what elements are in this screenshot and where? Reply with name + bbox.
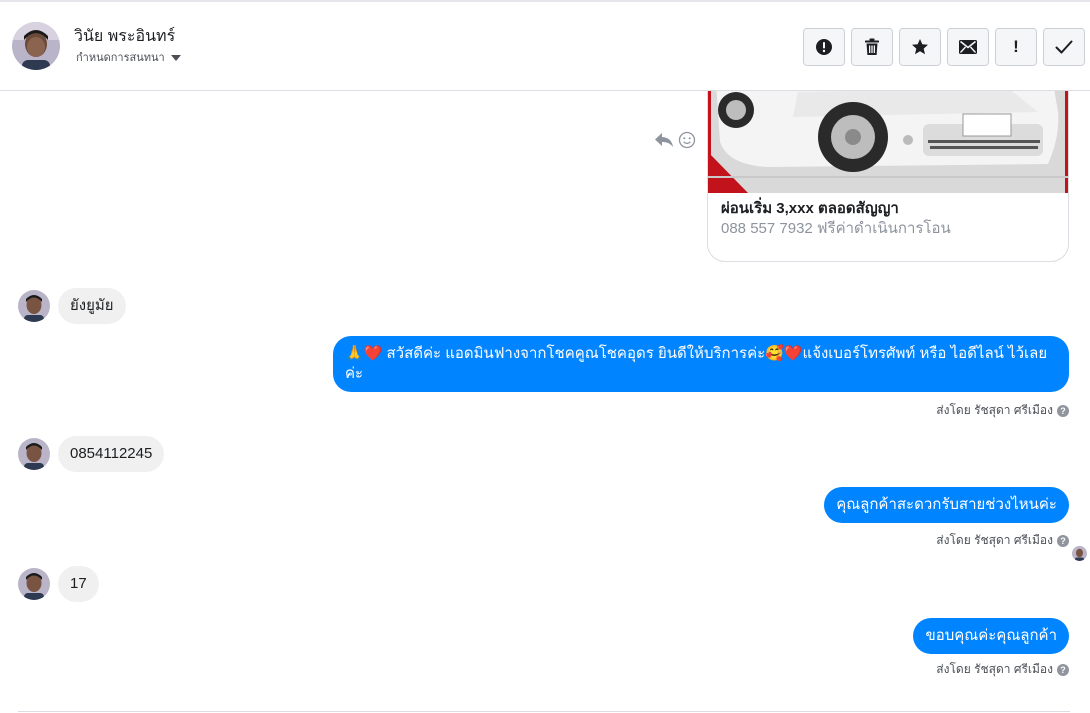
- card-subtitle: 088 557 7932 ฟรีค่าดำเนินการโอน: [721, 220, 951, 237]
- incoming-message-bubble[interactable]: 17: [58, 566, 99, 602]
- mark-unread-button[interactable]: [947, 28, 989, 66]
- seen-avatar: [1072, 546, 1087, 561]
- message-text-line1: 🙏❤️ สวัสดีค่ะ แอดมินฟางจากโชคคูณโชคอุดร …: [345, 345, 1048, 362]
- incoming-message-row: 17: [18, 566, 99, 602]
- outgoing-message-bubble[interactable]: คุณลูกค้าสะดวกรับสายช่วงไหนค่ะ: [824, 487, 1069, 523]
- contact-name: วินัย พระอินทร์: [74, 28, 176, 45]
- sent-by-text: ส่งโดย รัชสุดา ศรีเมือง: [936, 403, 1053, 417]
- reply-icon[interactable]: [654, 132, 674, 148]
- composer-divider: [18, 711, 1070, 712]
- delete-button[interactable]: [851, 28, 893, 66]
- outgoing-message-bubble[interactable]: 🙏❤️ สวัสดีค่ะ แอดมินฟางจากโชคคูณโชคอุดร …: [333, 336, 1069, 392]
- help-icon[interactable]: ?: [1057, 404, 1069, 417]
- conversation-actions: !: [803, 28, 1085, 66]
- caret-down-icon: [170, 54, 181, 61]
- outgoing-message-bubble[interactable]: ขอบคุณค่ะคุณลูกค้า: [913, 618, 1069, 654]
- exclamation-icon: !: [1013, 37, 1019, 56]
- emoji-reaction-icon[interactable]: [678, 131, 696, 149]
- message-text-line2: ค่ะ: [345, 365, 364, 382]
- sent-by-label: ส่งโดย รัชสุดา ศรีเมือง ?: [936, 531, 1069, 550]
- star-button[interactable]: [899, 28, 941, 66]
- contact-avatar[interactable]: [12, 22, 60, 70]
- messenger-inbox: วินัย พระอินทร์ กำหนดการสนทนา ! ผ่อนเริ่…: [0, 0, 1090, 713]
- sent-by-label: ส่งโดย รัชสุดา ศรีเมือง ?: [936, 660, 1069, 679]
- star-icon: [912, 39, 928, 55]
- help-icon[interactable]: ?: [1057, 534, 1069, 547]
- assign-conversation-label: กำหนดการสนทนา: [76, 52, 165, 64]
- mark-done-button[interactable]: [1043, 28, 1085, 66]
- link-preview-card[interactable]: ผ่อนเริ่ม 3,xxx ตลอดสัญญา 088 557 7932 ฟ…: [707, 91, 1069, 262]
- trash-icon: [865, 38, 879, 55]
- message-text: ขอบคุณค่ะคุณลูกค้า: [925, 627, 1057, 644]
- car-ad-image: [708, 91, 1068, 193]
- assign-conversation-dropdown[interactable]: กำหนดการสนทนา: [76, 48, 181, 66]
- follow-up-button[interactable]: !: [995, 28, 1037, 66]
- incoming-message-bubble[interactable]: 0854112245: [58, 436, 165, 472]
- contact-avatar-small: [18, 568, 50, 600]
- contact-avatar-small: [18, 438, 50, 470]
- sent-by-label: ส่งโดย รัชสุดา ศรีเมือง ?: [936, 401, 1069, 420]
- incoming-message-bubble[interactable]: ยังยูมัย: [58, 288, 126, 324]
- message-thread[interactable]: ผ่อนเริ่ม 3,xxx ตลอดสัญญา 088 557 7932 ฟ…: [0, 91, 1090, 713]
- sent-by-text: ส่งโดย รัชสุดา ศรีเมือง: [936, 662, 1053, 676]
- check-icon: [1055, 40, 1073, 54]
- envelope-icon: [959, 40, 977, 54]
- message-text: คุณลูกค้าสะดวกรับสายช่วงไหนค่ะ: [836, 496, 1057, 513]
- message-hover-actions: [654, 131, 696, 149]
- incoming-message-row: ยังยูมัย: [18, 288, 126, 324]
- alert-circle-icon: [816, 39, 832, 55]
- sent-by-text: ส่งโดย รัชสุดา ศรีเมือง: [936, 533, 1053, 547]
- contact-avatar-small: [18, 290, 50, 322]
- incoming-message-row: 0854112245: [18, 436, 165, 472]
- conversation-header: วินัย พระอินทร์ กำหนดการสนทนา !: [0, 2, 1090, 91]
- help-icon[interactable]: ?: [1057, 663, 1069, 676]
- mark-spam-button[interactable]: [803, 28, 845, 66]
